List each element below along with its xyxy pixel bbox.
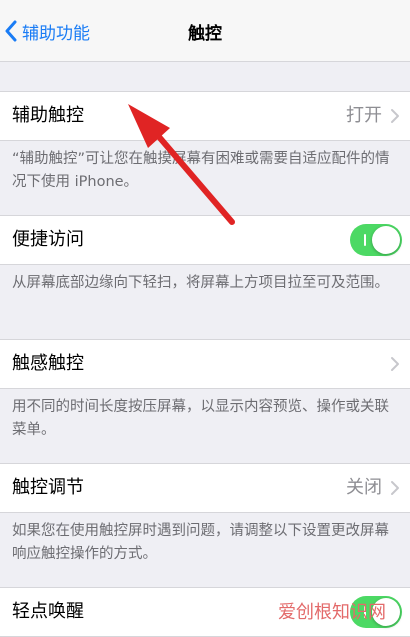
section-footer: 从屏幕底部边缘向下轻扫，将屏幕上方项目拉至可及范围。	[12, 275, 389, 291]
toggle-knob	[372, 226, 400, 254]
row-label: 辅助触控	[12, 105, 84, 126]
watermark: 爱创根知识网	[278, 602, 386, 623]
chevron-right-icon	[391, 109, 399, 123]
row-reachability[interactable]: 便捷访问	[0, 215, 410, 265]
row-label: 轻点唤醒	[12, 601, 84, 622]
row-touch-accommodations[interactable]: 触控调节 关闭	[0, 463, 410, 513]
row-value: 打开	[346, 105, 382, 126]
row-haptic-touch[interactable]: 触感触控	[0, 339, 410, 389]
navigation-bar: 辅助功能 触控	[0, 0, 410, 62]
row-label: 触控调节	[12, 477, 84, 498]
chevron-right-icon	[391, 357, 399, 371]
row-label: 触感触控	[12, 353, 84, 374]
row-label: 便捷访问	[12, 229, 84, 250]
chevron-right-icon	[391, 481, 399, 495]
section-footer: 用不同的时间长度按压屏幕，以显示内容预览、操作或关联菜单。	[12, 399, 389, 438]
section-footer: 如果您在使用触控屏时遇到问题，请调整以下设置更改屏幕响应触控操作的方式。	[12, 523, 389, 562]
section-footer: “辅助触控”可让您在触摸屏幕有困难或需要自适应配件的情况下使用 iPhone。	[12, 151, 390, 190]
row-value: 关闭	[346, 477, 382, 498]
toggle-on-indicator	[364, 234, 366, 246]
row-assistive-touch[interactable]: 辅助触控 打开	[0, 91, 410, 141]
page-title: 触控	[188, 24, 222, 44]
reachability-toggle[interactable]	[350, 224, 402, 256]
